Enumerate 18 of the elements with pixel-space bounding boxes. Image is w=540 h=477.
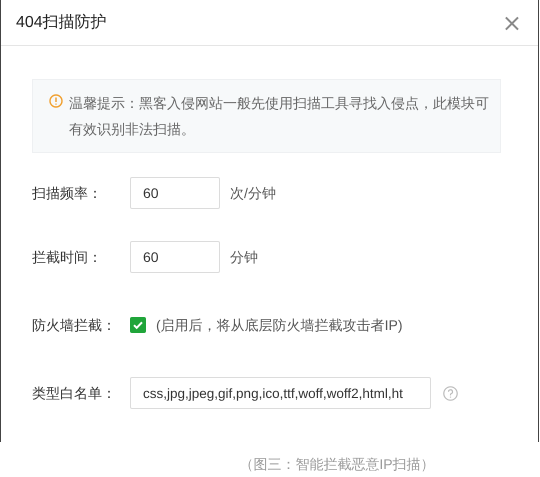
unit-label: 次/分钟	[230, 184, 276, 202]
checkbox-note: (启用后，将从底层防火墙拦截攻击者IP)	[156, 316, 403, 335]
input-field[interactable]: 60	[130, 241, 220, 273]
figure-caption: （图三：智能拦截恶意IP扫描）	[239, 455, 435, 474]
field-label: 扫描频率：	[32, 184, 103, 202]
input-field[interactable]: css,jpg,jpeg,gif,png,ico,ttf,woff,woff2,html,ht	[130, 377, 431, 409]
dialog-title: 404扫描防护	[16, 12, 107, 32]
field-label: 类型白名单：	[32, 384, 117, 402]
tip-text: 温馨提示：黑客入侵网站一般先使用扫描工具寻找入侵点，此模块可有效识别非法扫描。	[69, 94, 490, 139]
field-label: 防火墙拦截：	[32, 316, 117, 334]
field-label: 拦截时间：	[32, 248, 103, 266]
checkbox[interactable]	[130, 317, 146, 333]
warning-icon	[49, 94, 63, 108]
check-icon	[132, 319, 144, 331]
input-field[interactable]: 60	[130, 177, 220, 209]
help-icon[interactable]	[443, 386, 458, 400]
unit-label: 分钟	[230, 248, 258, 266]
close-button[interactable]: ×	[502, 10, 522, 34]
